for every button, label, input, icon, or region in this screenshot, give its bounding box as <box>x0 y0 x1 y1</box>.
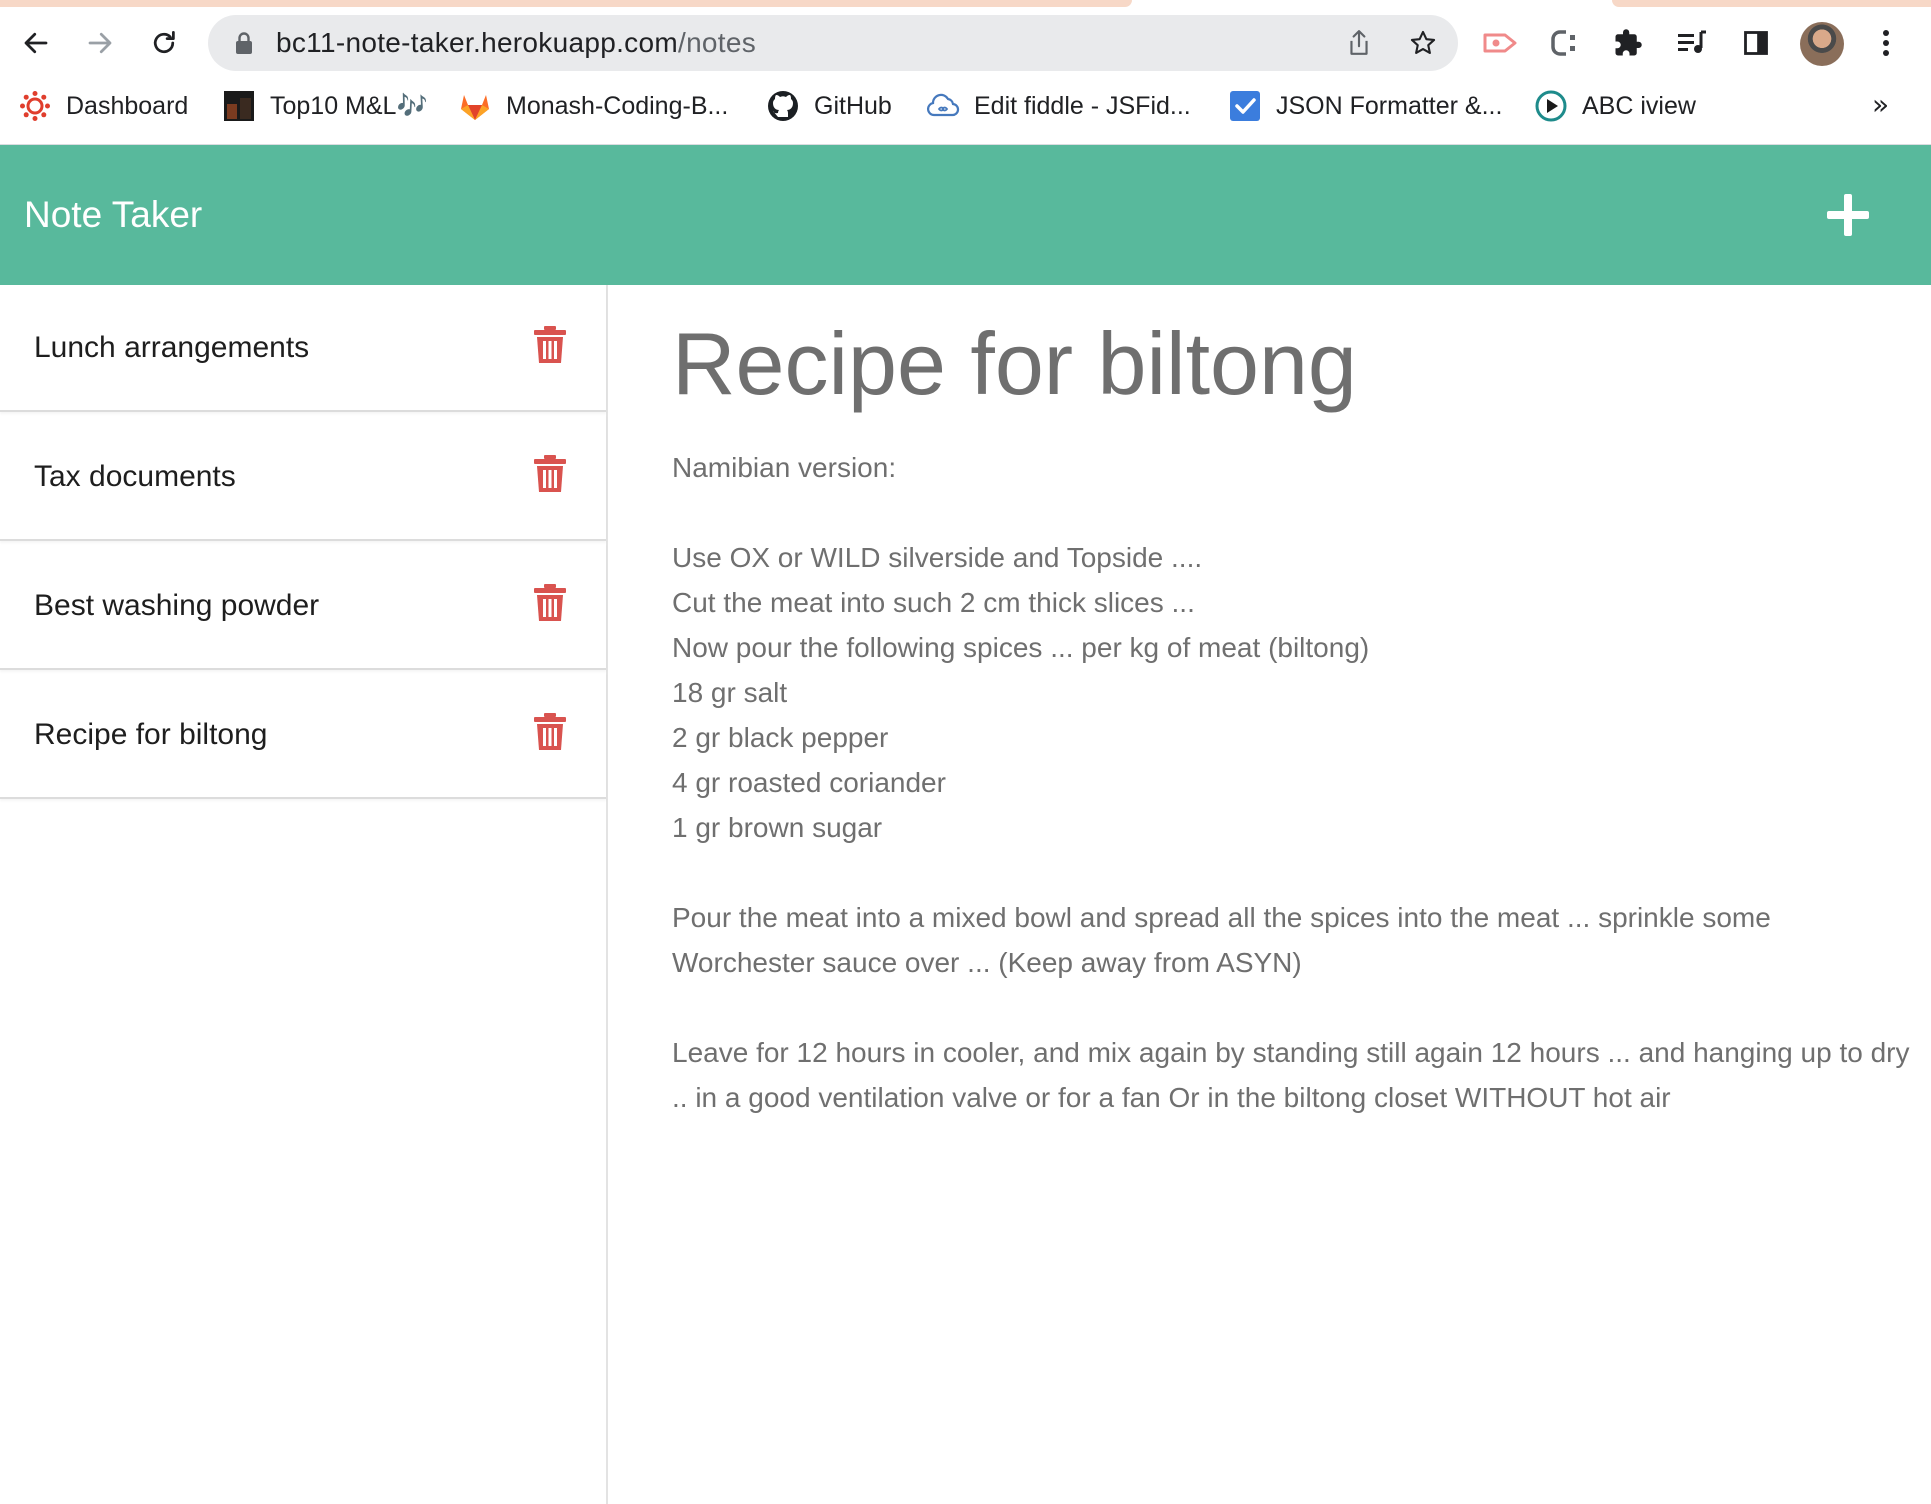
adjacent-tab-edge[interactable] <box>1612 0 1931 7</box>
bookmark-star-button[interactable] <box>1407 27 1439 59</box>
browser-menu-button[interactable] <box>1866 23 1906 63</box>
checkbox-icon <box>1228 89 1262 123</box>
extension-code-button[interactable] <box>1544 23 1584 63</box>
note-text-area[interactable]: Namibian version: Use OX or WILD silvers… <box>672 445 1912 1120</box>
bookmark-label: GitHub <box>814 91 892 120</box>
browser-toolbar: bc11-note-taker.herokuapp.com/notes <box>0 8 1931 78</box>
bookmark-json-formatter[interactable]: JSON Formatter &... <box>1228 78 1502 134</box>
thumbnail-icon <box>222 89 256 123</box>
bookmark-dashboard[interactable]: Dashboard <box>18 78 188 134</box>
url-path: /notes <box>677 27 757 58</box>
more-vert-icon <box>1883 30 1889 56</box>
delete-note-icon[interactable] <box>532 325 568 365</box>
delete-note-icon[interactable] <box>532 712 568 752</box>
notes-list: Lunch arrangements Tax documents Best wash… <box>0 285 608 1504</box>
extensions-button[interactable] <box>1608 23 1648 63</box>
delete-note-icon[interactable] <box>532 454 568 494</box>
app-title[interactable]: Note Taker <box>24 145 202 285</box>
note-list-item-title: Lunch arrangements <box>34 331 310 364</box>
bookmark-label: ABC iview <box>1582 91 1696 120</box>
side-panel-icon <box>1744 31 1768 55</box>
note-list-item[interactable]: Lunch arrangements <box>0 285 606 412</box>
url-text[interactable]: bc11-note-taker.herokuapp.com/notes <box>276 15 756 71</box>
playlist-music-icon <box>1678 30 1706 53</box>
app-header: Note Taker <box>0 145 1931 285</box>
new-note-button[interactable] <box>1820 187 1876 243</box>
back-arrow-icon <box>24 32 48 54</box>
abc-iview-icon <box>1534 89 1568 123</box>
bookmark-top10[interactable]: Top10 M&L🎶 <box>222 78 428 134</box>
puzzle-icon <box>1615 29 1642 56</box>
bookmark-label: Monash-Coding-B... <box>506 91 729 120</box>
bookmarks-overflow-button[interactable]: » <box>1872 88 1889 121</box>
reload-icon <box>153 31 175 54</box>
plus-icon <box>1827 194 1869 236</box>
url-host: bc11-note-taker.herokuapp.com <box>276 27 678 58</box>
active-tab-edge[interactable] <box>0 0 1132 7</box>
note-list-item-title: Best washing powder <box>34 589 320 622</box>
note-list-item-title: Tax documents <box>34 460 236 493</box>
lock-icon[interactable] <box>234 31 254 55</box>
bookmark-label: Edit fiddle - JSFid... <box>974 91 1191 120</box>
note-list-item[interactable]: Recipe for biltong <box>0 672 606 799</box>
share-icon <box>1350 30 1368 55</box>
gitlab-icon <box>458 89 492 123</box>
extension-video-button[interactable] <box>1480 23 1520 63</box>
profile-avatar[interactable] <box>1800 22 1844 66</box>
side-panel-button[interactable] <box>1736 23 1776 63</box>
bookmark-label: Top10 M&L🎶 <box>270 91 428 120</box>
address-bar[interactable]: bc11-note-taker.herokuapp.com/notes <box>208 15 1458 71</box>
note-editor: Recipe for biltong Namibian version: Use… <box>608 285 1931 1504</box>
note-list-item[interactable]: Best washing powder <box>0 543 606 670</box>
canvas-lms-icon <box>18 89 52 123</box>
bookmark-label: Dashboard <box>66 91 189 120</box>
video-extension-icon <box>1483 33 1517 53</box>
code-extension-icon <box>1551 30 1575 56</box>
reload-button[interactable] <box>144 23 184 63</box>
star-icon <box>1410 30 1436 54</box>
bookmark-monash[interactable]: Monash-Coding-B... <box>458 78 728 134</box>
bookmark-label: JSON Formatter &... <box>1276 91 1503 120</box>
bookmark-abc-iview[interactable]: ABC iview <box>1534 78 1696 134</box>
bookmarks-bar: Dashboard Top10 M&L🎶 Monash-Coding-B... <box>0 78 1931 145</box>
share-button[interactable] <box>1343 27 1375 59</box>
delete-note-icon[interactable] <box>532 583 568 623</box>
bookmark-jsfiddle[interactable]: Edit fiddle - JSFid... <box>926 78 1191 134</box>
note-list-item[interactable]: Tax documents <box>0 414 606 541</box>
jsfiddle-icon <box>926 89 960 123</box>
note-list-item-title: Recipe for biltong <box>34 718 268 751</box>
back-button[interactable] <box>16 23 56 63</box>
forward-button[interactable] <box>80 23 120 63</box>
forward-arrow-icon <box>88 32 112 54</box>
bookmark-github[interactable]: GitHub <box>766 78 892 134</box>
github-icon <box>766 89 800 123</box>
tab-strip <box>0 0 1931 8</box>
media-control-button[interactable] <box>1672 23 1712 63</box>
note-title-input[interactable]: Recipe for biltong <box>672 311 1357 417</box>
